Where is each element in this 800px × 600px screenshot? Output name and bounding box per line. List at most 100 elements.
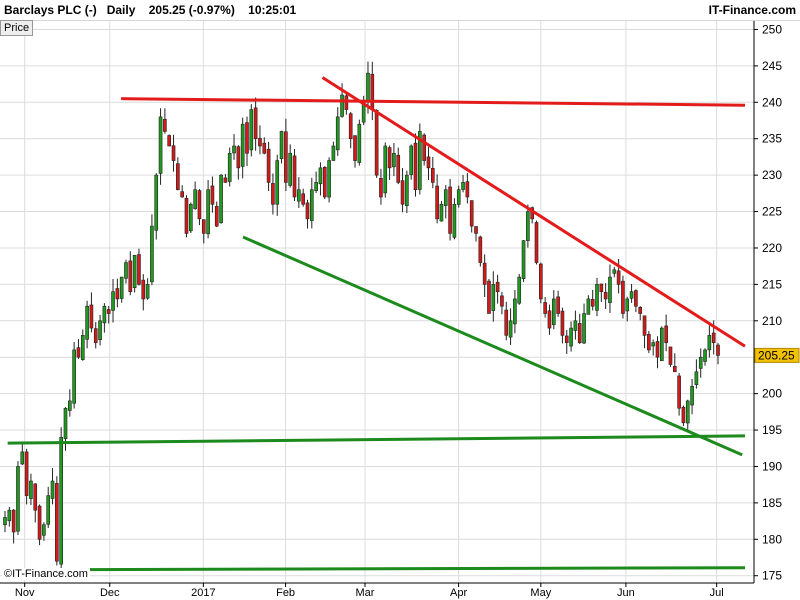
candle-down xyxy=(396,154,401,183)
candle-up xyxy=(461,182,465,190)
candle-down xyxy=(301,193,305,205)
candle-up xyxy=(608,276,612,303)
x-tick-label: Jun xyxy=(617,587,635,599)
candle-up xyxy=(154,174,159,231)
candle-up xyxy=(42,524,46,536)
candle-up xyxy=(491,284,496,311)
candle-down xyxy=(353,135,357,161)
candle-up xyxy=(68,400,72,411)
instrument-name: Barclays PLC (-) xyxy=(4,3,97,17)
candle-up xyxy=(85,305,89,340)
candle-down xyxy=(93,328,98,343)
candle-up xyxy=(150,225,154,283)
candle-up xyxy=(50,480,55,499)
candle-down xyxy=(504,309,509,336)
candle-up xyxy=(690,386,694,406)
candle-down xyxy=(469,200,474,227)
candle-down xyxy=(547,310,552,329)
candle-up xyxy=(3,517,7,526)
candle-up xyxy=(279,131,284,159)
candle-down xyxy=(668,346,673,365)
candle-down xyxy=(266,148,271,183)
candle-down xyxy=(487,280,491,314)
candle-up xyxy=(309,189,314,221)
candle-up xyxy=(366,72,370,102)
candle-down xyxy=(258,138,262,147)
candle-down xyxy=(647,333,651,351)
x-tick-label: Feb xyxy=(276,587,295,599)
candle-up xyxy=(288,152,293,186)
candle-up xyxy=(63,407,68,439)
header-left: Barclays PLC (-) Daily 205.25 (-0.97%) 1… xyxy=(4,3,296,17)
timestamp: 10:25:01 xyxy=(248,3,297,17)
candle-down xyxy=(413,142,418,191)
candle-down xyxy=(253,107,258,140)
candle-down xyxy=(128,260,133,292)
candle-up xyxy=(7,509,12,522)
candle-down xyxy=(348,113,353,140)
candle-up xyxy=(595,284,599,311)
candle-up xyxy=(232,145,236,154)
y-tick-label: 240 xyxy=(762,95,782,109)
candle-down xyxy=(370,73,375,110)
candle-up xyxy=(80,335,85,360)
candle-up xyxy=(685,400,690,424)
candle-down xyxy=(374,110,379,176)
candle-down xyxy=(448,186,452,234)
candle-down xyxy=(262,142,267,154)
candle-up xyxy=(526,211,530,242)
interval-label: Daily xyxy=(106,3,136,17)
candle-down xyxy=(664,325,668,343)
candle-up xyxy=(357,123,362,163)
candle-down xyxy=(543,302,547,314)
candle-down xyxy=(426,156,431,169)
candle-up xyxy=(513,298,517,325)
candle-down xyxy=(435,185,439,220)
candle-up xyxy=(456,189,461,205)
candle-down xyxy=(305,202,310,220)
x-tick-label: Dec xyxy=(100,587,120,599)
chart-header: Barclays PLC (-) Daily 205.25 (-0.97%) 1… xyxy=(0,0,800,21)
y-tick-label: 210 xyxy=(762,314,782,328)
candle-down xyxy=(171,145,176,161)
candle-down xyxy=(465,181,470,198)
candle-down xyxy=(482,262,487,285)
candle-up xyxy=(508,320,513,338)
support-line xyxy=(242,235,743,457)
candle-up xyxy=(521,240,526,279)
candle-down xyxy=(214,205,219,227)
candle-up xyxy=(20,451,25,465)
candle-down xyxy=(184,197,189,234)
candle-up xyxy=(443,189,448,206)
candle-up xyxy=(660,327,664,362)
candle-up xyxy=(29,480,33,499)
candle-down xyxy=(292,155,297,198)
candle-down xyxy=(564,335,569,343)
y-tick-label: 175 xyxy=(762,569,782,583)
price-chart: 1751801851901952002052102152202252302352… xyxy=(0,20,800,599)
candle-down xyxy=(141,279,146,300)
candle-up xyxy=(314,182,318,191)
y-tick-label: 235 xyxy=(762,132,782,146)
candle-up xyxy=(452,203,457,238)
y-tick-label: 200 xyxy=(762,387,782,401)
candle-up xyxy=(119,276,124,299)
candle-down xyxy=(284,131,288,183)
candle-down xyxy=(271,183,275,205)
support-line xyxy=(7,566,746,572)
candle-down xyxy=(560,310,565,336)
candle-down xyxy=(681,406,686,424)
last-price-label: 205.25 xyxy=(758,348,795,362)
candle-up xyxy=(297,189,301,202)
candle-down xyxy=(577,323,582,343)
x-tick-label: Mar xyxy=(356,587,375,599)
candle-down xyxy=(344,95,349,110)
candle-down xyxy=(33,483,38,511)
candle-down xyxy=(11,509,16,533)
candle-up xyxy=(318,167,323,185)
candle-up xyxy=(409,145,414,175)
candle-up xyxy=(586,298,591,315)
y-tick-label: 180 xyxy=(762,532,782,546)
candle-up xyxy=(188,203,193,232)
candle-down xyxy=(37,505,42,540)
